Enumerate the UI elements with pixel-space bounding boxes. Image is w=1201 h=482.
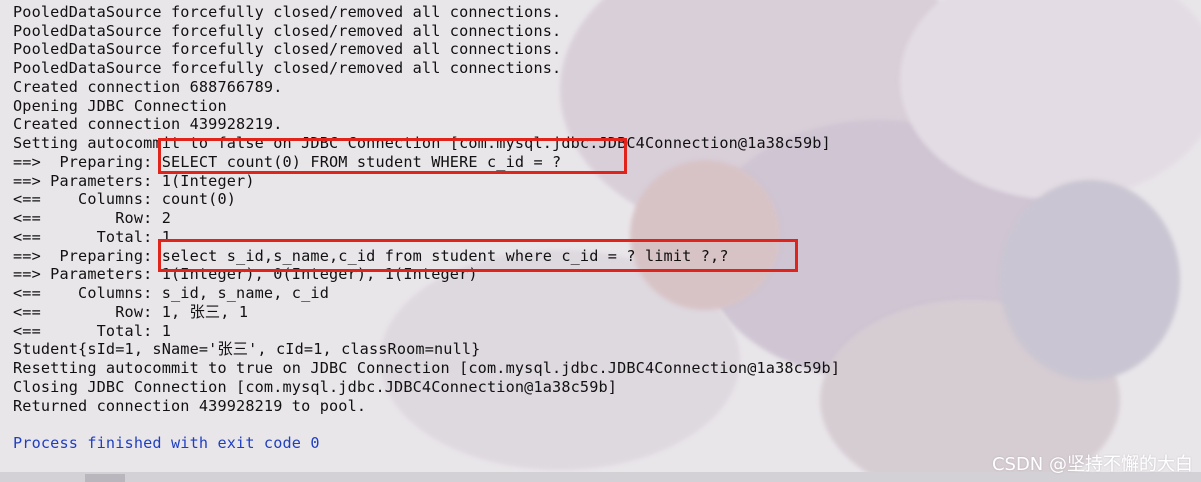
console-line: PooledDataSource forcefully closed/remov… <box>13 22 562 40</box>
scrollbar-thumb[interactable] <box>85 474 125 482</box>
console-line: PooledDataSource forcefully closed/remov… <box>13 3 562 21</box>
watermark: CSDN @坚持不懈的大白 <box>991 454 1193 475</box>
exit-status-line: Process finished with exit code 0 <box>13 434 320 452</box>
console-line: ==> Parameters: 1(Integer) <box>13 172 255 190</box>
console-line: PooledDataSource forcefully closed/remov… <box>13 59 562 77</box>
console-line: Returned connection 439928219 to pool. <box>13 397 367 415</box>
console-line: <== Columns: s_id, s_name, c_id <box>13 284 329 302</box>
console-line: <== Columns: count(0) <box>13 190 237 208</box>
console-line: Created connection 439928219. <box>13 115 283 133</box>
console-line: <== Row: 2 <box>13 209 171 227</box>
highlight-box-select-query <box>158 239 798 272</box>
console-line: <== Row: 1, 张三, 1 <box>13 303 249 321</box>
console-line: PooledDataSource forcefully closed/remov… <box>13 40 562 58</box>
highlight-box-count-query <box>158 138 627 174</box>
console-line: <== Total: 1 <box>13 228 171 246</box>
console-line: Closing JDBC Connection [com.mysql.jdbc.… <box>13 378 618 396</box>
console-line: Student{sId=1, sName='张三', cId=1, classR… <box>13 340 481 358</box>
console-output[interactable]: PooledDataSource forcefully closed/remov… <box>0 0 1201 472</box>
console-line: Created connection 688766789. <box>13 78 283 96</box>
console-line: <== Total: 1 <box>13 322 171 340</box>
console-line: Opening JDBC Connection <box>13 97 227 115</box>
console-line: Resetting autocommit to true on JDBC Con… <box>13 359 841 377</box>
